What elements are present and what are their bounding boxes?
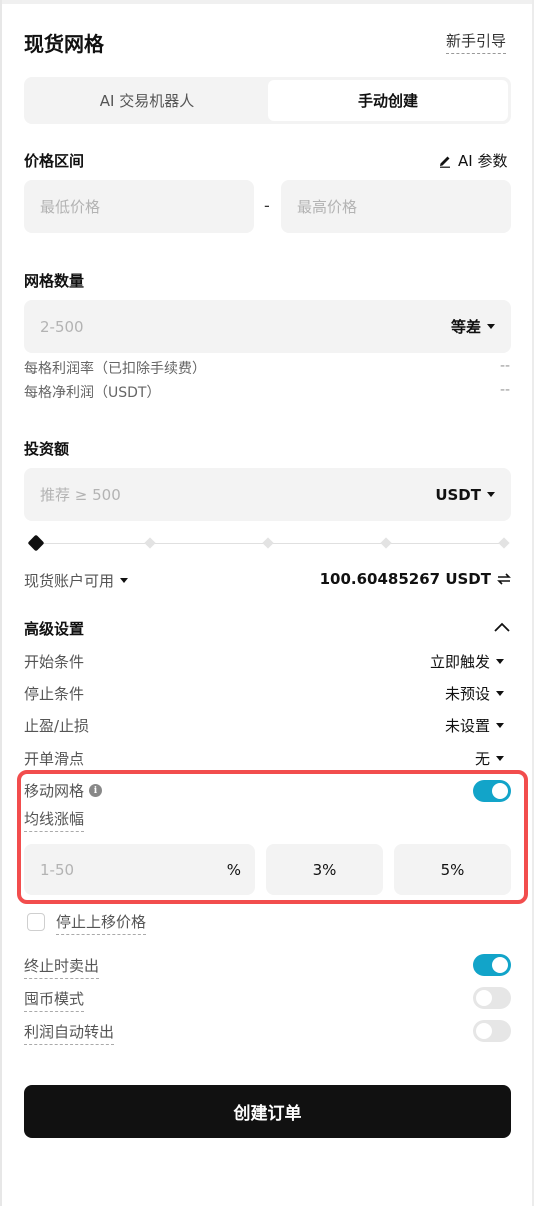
moving-grid-title: 移动网格 i: [24, 780, 103, 801]
grid-mode-value: 等差: [450, 318, 481, 336]
investment-placeholder: 推荐 ≥ 500: [40, 486, 121, 504]
toggle-knob: [476, 1023, 492, 1039]
investment-input[interactable]: 推荐 ≥ 500 USDT: [24, 468, 511, 521]
stop-condition-label: 停止条件: [24, 685, 85, 703]
stop-upward-checkbox[interactable]: [27, 913, 45, 931]
toggle-knob: [476, 990, 492, 1006]
moving-grid-label: 移动网格: [24, 782, 85, 800]
grid-count-placeholder: 2-500: [40, 317, 84, 336]
slider-step-75[interactable]: [380, 537, 392, 549]
range-separator: -: [264, 196, 270, 215]
coin-mode-label: 囤币模式: [24, 988, 85, 1012]
percent-unit: %: [226, 860, 241, 879]
caret-down-icon: [120, 578, 129, 583]
mode-tabs: AI 交易机器人 手动创建: [24, 77, 511, 124]
auto-transfer-label: 利润自动转出: [24, 1021, 115, 1045]
slider-step-50[interactable]: [262, 537, 274, 549]
slippage-value: 无: [474, 750, 490, 768]
caret-down-icon: [496, 691, 504, 696]
investment-label: 投资额: [24, 440, 70, 458]
top-border: [0, 0, 534, 4]
preset-5-percent[interactable]: 5%: [394, 844, 511, 895]
preset-3-percent[interactable]: 3%: [266, 844, 383, 895]
beginner-guide-link[interactable]: 新手引导: [446, 30, 507, 54]
toggle-knob: [492, 783, 508, 799]
min-price-placeholder: 最低价格: [40, 198, 101, 216]
max-price-placeholder: 最高价格: [297, 198, 358, 216]
start-condition-label: 开始条件: [24, 653, 85, 671]
price-range-label: 价格区间: [24, 152, 85, 170]
toggle-knob: [492, 957, 508, 973]
net-profit-value: --: [500, 382, 511, 398]
available-balance-dropdown[interactable]: 现货账户可用: [24, 570, 129, 591]
chevron-up-icon[interactable]: [494, 622, 510, 632]
slider-step-25[interactable]: [144, 537, 156, 549]
grid-count-input[interactable]: 2-500 等差: [24, 300, 511, 353]
caret-down-icon: [487, 324, 495, 329]
tp-sl-label: 止盈/止损: [24, 717, 90, 735]
ma-increase-input[interactable]: 1-50 %: [24, 844, 255, 895]
currency-dropdown[interactable]: USDT: [435, 486, 495, 504]
sell-on-stop-label: 终止时卖出: [24, 955, 100, 979]
caret-down-icon: [487, 492, 495, 497]
available-label: 现货账户可用: [24, 572, 115, 590]
available-value: 100.60485267 USDT: [319, 570, 491, 588]
slider-step-100[interactable]: [498, 537, 510, 549]
caret-down-icon: [496, 756, 504, 761]
left-border: [0, 0, 2, 1206]
slippage-dropdown[interactable]: 无: [475, 748, 504, 769]
start-condition-dropdown[interactable]: 立即触发: [430, 651, 504, 672]
advanced-settings-label: 高级设置: [24, 620, 85, 638]
transfer-icon[interactable]: [497, 573, 511, 585]
ai-param-label: AI 参数: [458, 152, 508, 170]
profit-rate-label: 每格利润率（已扣除手续费）: [24, 361, 206, 377]
pencil-icon: [440, 156, 450, 168]
page-title: 现货网格: [24, 32, 104, 56]
grid-mode-dropdown[interactable]: 等差: [451, 316, 495, 337]
start-condition-value: 立即触发: [429, 653, 490, 671]
create-order-button[interactable]: 创建订单: [24, 1085, 511, 1138]
caret-down-icon: [496, 659, 504, 664]
profit-rate-value: --: [500, 358, 511, 374]
slippage-label: 开单滑点: [24, 750, 85, 768]
sell-on-stop-toggle[interactable]: [473, 954, 511, 976]
net-profit-label: 每格净利润（USDT）: [24, 385, 161, 401]
max-price-input[interactable]: 最高价格: [281, 180, 511, 233]
tab-manual-create[interactable]: 手动创建: [268, 80, 508, 121]
grid-count-label: 网格数量: [24, 272, 85, 290]
currency-value: USDT: [435, 485, 481, 504]
min-price-input[interactable]: 最低价格: [24, 180, 254, 233]
ai-param-button[interactable]: AI 参数: [438, 150, 507, 171]
tp-sl-value: 未设置: [444, 717, 490, 735]
ma-increase-placeholder: 1-50: [40, 860, 75, 879]
stop-upward-label: 停止上移价格: [56, 911, 147, 935]
grid-bot-panel: 现货网格 新手引导 AI 交易机器人 手动创建 价格区间 AI 参数 最低价格 …: [0, 0, 554, 1206]
ma-increase-label: 均线涨幅: [24, 808, 85, 832]
right-border: [532, 0, 534, 1206]
stop-condition-dropdown[interactable]: 未预设: [445, 683, 504, 704]
slider-handle[interactable]: [27, 534, 45, 552]
moving-grid-toggle[interactable]: [473, 780, 511, 802]
caret-down-icon: [496, 723, 504, 728]
tp-sl-dropdown[interactable]: 未设置: [445, 715, 504, 736]
stop-condition-value: 未预设: [444, 685, 490, 703]
tab-ai-bot[interactable]: AI 交易机器人: [27, 80, 267, 121]
info-icon[interactable]: i: [89, 784, 103, 797]
coin-mode-toggle[interactable]: [473, 987, 511, 1009]
auto-transfer-toggle[interactable]: [473, 1020, 511, 1042]
available-balance[interactable]: 100.60485267 USDT: [320, 570, 511, 588]
